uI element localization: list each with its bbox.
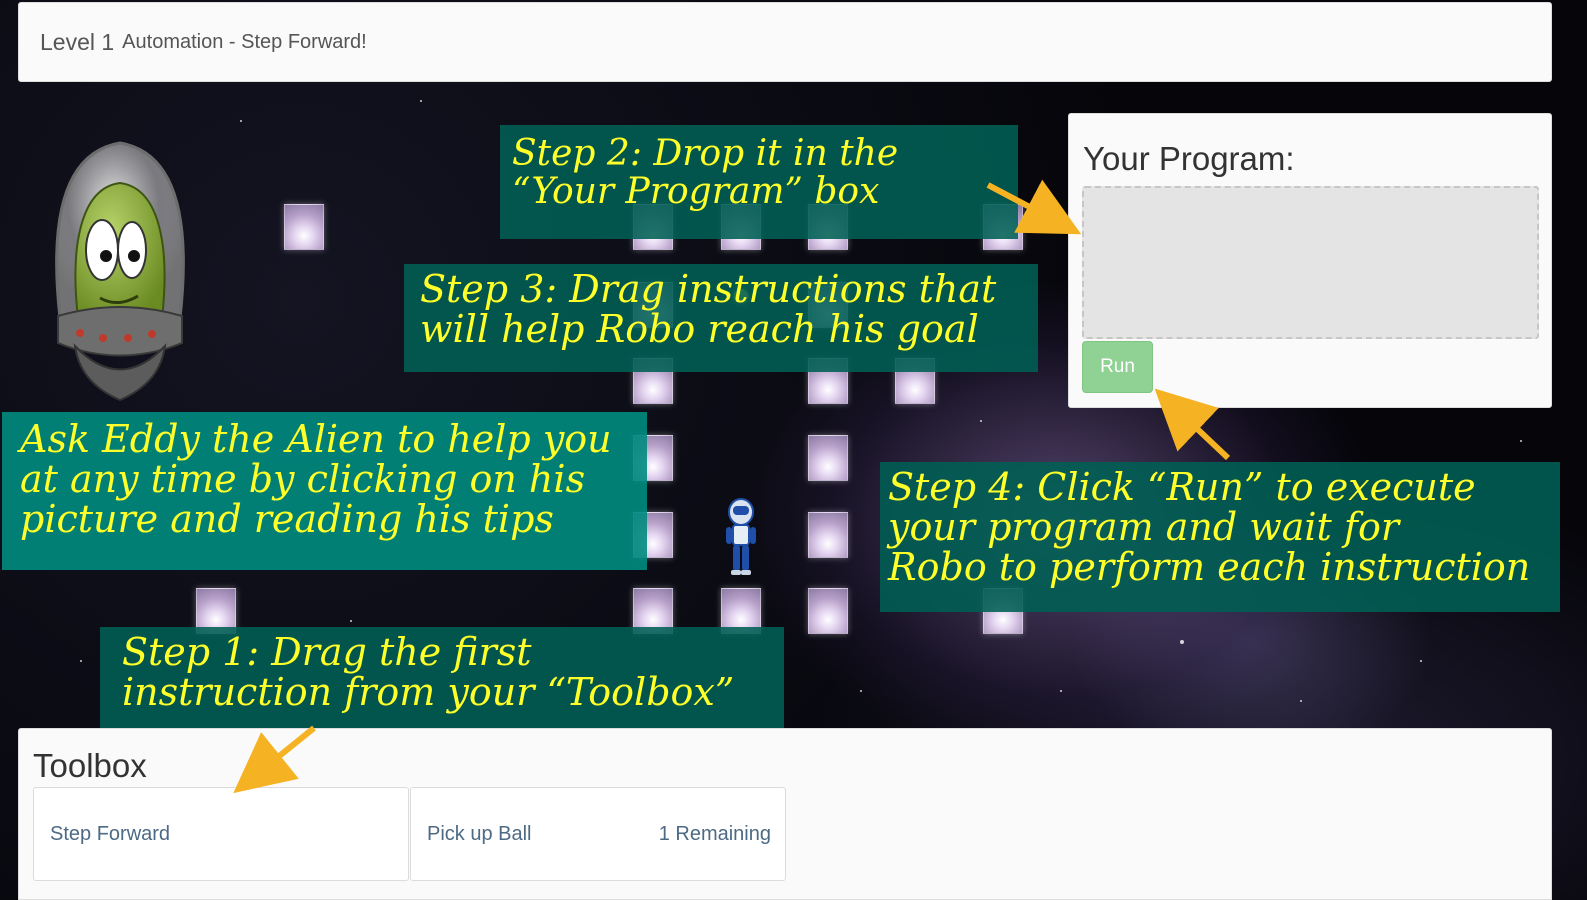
callout-eddy-tip: Ask Eddy the Alien to help you at any ti… <box>2 412 647 570</box>
callout-line: Ask Eddy the Alien to help you <box>20 417 612 461</box>
grid-tile <box>808 435 848 481</box>
callout-step3: Step 3: Drag instructions that will help… <box>404 264 1038 372</box>
robo-robot-icon <box>726 498 756 575</box>
tool-step-forward[interactable]: Step Forward <box>33 787 409 881</box>
grid-tile <box>808 512 848 558</box>
program-panel: Your Program: Run <box>1068 113 1552 408</box>
toolbox-title: Toolbox <box>33 747 147 784</box>
callout-line: your program and wait for <box>888 504 1400 549</box>
callout-line: “Your Program” box <box>512 170 880 212</box>
tool-pick-up-ball[interactable]: Pick up Ball 1 Remaining <box>410 787 786 881</box>
tool-label: Pick up Ball <box>427 823 532 845</box>
callout-step2: Step 2: Drop it in the “Your Program” bo… <box>500 125 1018 239</box>
toolbox-panel: Toolbox Step Forward Pick up Ball 1 Rema… <box>18 728 1552 900</box>
run-button[interactable]: Run <box>1082 341 1153 393</box>
tool-remaining-count: 1 Remaining <box>658 823 771 845</box>
callout-line: at any time by clicking on his <box>20 456 586 501</box>
grid-tile <box>808 588 848 634</box>
level-header: Level 1 Automation - Step Forward! <box>18 2 1552 82</box>
callout-step4: Step 4: Click “Run” to execute your prog… <box>880 462 1560 612</box>
callout-line: Robo to perform each instruction <box>888 544 1531 589</box>
level-title: Automation - Step Forward! <box>122 30 367 53</box>
program-drop-zone[interactable] <box>1082 186 1539 339</box>
grid-tile <box>284 204 324 250</box>
callout-step1: Step 1: Drag the first instruction from … <box>100 627 784 731</box>
callout-line: Step 3: Drag instructions that <box>420 267 997 311</box>
callout-line: will help Robo reach his goal <box>420 306 979 351</box>
program-title: Your Program: <box>1083 140 1295 177</box>
callout-line: Step 1: Drag the first <box>122 630 532 674</box>
callout-line: instruction from your “Toolbox” <box>122 669 735 714</box>
callout-line: Step 2: Drop it in the <box>512 133 899 174</box>
callout-line: Step 4: Click “Run” to execute <box>888 465 1476 509</box>
callout-line: picture and reading his tips <box>20 496 554 541</box>
tool-label: Step Forward <box>50 823 171 845</box>
eddy-alien-icon[interactable] <box>40 138 200 408</box>
level-label: Level 1 <box>40 28 115 55</box>
